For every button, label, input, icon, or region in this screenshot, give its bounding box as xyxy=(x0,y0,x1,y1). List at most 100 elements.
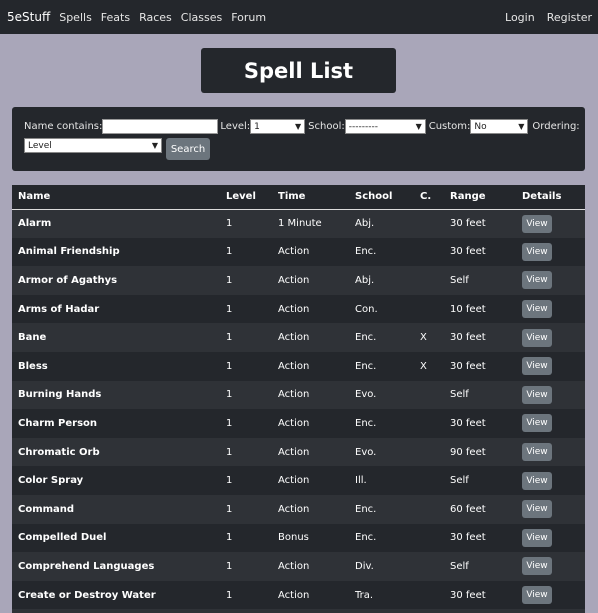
view-button[interactable]: View xyxy=(522,385,552,404)
cell-range: 30 feet xyxy=(450,417,486,429)
table-row: Command 1 Action Enc. 60 feet View xyxy=(12,494,585,524)
view-button[interactable]: View xyxy=(522,271,552,290)
cell-time: Action xyxy=(278,446,310,458)
table-row xyxy=(12,609,585,613)
cell-level: 1 xyxy=(226,274,233,286)
cell-name: Comprehend Languages xyxy=(18,560,155,572)
view-button[interactable]: View xyxy=(522,300,552,319)
cell-time: Action xyxy=(278,246,310,258)
nav-link-feats[interactable]: Feats xyxy=(101,11,130,24)
cell-time: Action xyxy=(278,389,310,401)
view-button[interactable]: View xyxy=(522,328,552,347)
cell-name: Burning Hands xyxy=(18,389,102,401)
spell-rows: Alarm 1 1 Minute Abj. 30 feet View Animal Frie… xyxy=(12,209,585,613)
login-link[interactable]: Login xyxy=(505,11,535,24)
table-row: Chromatic Orb 1 Action Evo. 90 feet View xyxy=(12,437,585,467)
cell-concentration xyxy=(414,524,444,553)
cell-concentration xyxy=(414,552,444,581)
header-range[interactable]: Range xyxy=(444,185,516,210)
cell-concentration xyxy=(414,581,444,610)
navbar: 5eStuff Spells Feats Races Classes Forum… xyxy=(0,0,598,34)
header-time[interactable]: Time xyxy=(272,185,349,210)
cell-range xyxy=(444,609,516,613)
view-button[interactable]: View xyxy=(522,357,552,376)
cell-name: Command xyxy=(18,503,75,515)
cell-school: Abj. xyxy=(355,274,375,286)
view-button[interactable]: View xyxy=(522,443,552,462)
table-row: Alarm 1 1 Minute Abj. 30 feet View xyxy=(12,209,585,238)
spell-table-container: Name Level Time School C. Range Details … xyxy=(12,185,585,613)
cell-school: Con. xyxy=(355,303,378,315)
view-button[interactable]: View xyxy=(522,586,552,605)
level-select[interactable]: 1 ▼ xyxy=(250,119,306,134)
cell-concentration xyxy=(414,609,444,613)
header-details: Details xyxy=(516,185,585,210)
cell-name: Chromatic Orb xyxy=(18,446,100,458)
cell-range: 30 feet xyxy=(450,332,486,344)
nav-link-races[interactable]: Races xyxy=(139,11,172,24)
brand-link[interactable]: 5eStuff xyxy=(7,10,50,24)
view-button[interactable]: View xyxy=(522,528,552,547)
cell-concentration xyxy=(414,381,444,410)
search-button[interactable]: Search xyxy=(166,138,210,160)
view-button[interactable]: View xyxy=(522,557,552,576)
cell-range: Self xyxy=(450,475,469,487)
view-button[interactable]: View xyxy=(522,242,552,261)
chevron-down-icon: ▼ xyxy=(151,141,158,150)
header-level[interactable]: Level xyxy=(220,185,272,210)
nav-link-forum[interactable]: Forum xyxy=(231,11,266,24)
view-button[interactable]: View xyxy=(522,414,552,433)
school-label: School: xyxy=(308,121,345,132)
cell-school: Enc. xyxy=(355,532,377,544)
cell-time: Action xyxy=(278,475,310,487)
cell-time: Action xyxy=(278,589,310,601)
view-button[interactable]: View xyxy=(522,214,552,233)
custom-select-value: No xyxy=(474,121,487,132)
cell-name: Armor of Agathys xyxy=(18,274,118,286)
cell-school: Enc. xyxy=(355,417,377,429)
school-select-value: --------- xyxy=(348,121,378,132)
custom-select[interactable]: No ▼ xyxy=(470,119,529,134)
chevron-down-icon: ▼ xyxy=(295,122,302,131)
cell-level: 1 xyxy=(226,560,233,572)
cell-time: 1 Minute xyxy=(278,218,322,230)
cell-details: View xyxy=(516,295,585,324)
cell-range: 10 feet xyxy=(450,303,486,315)
ordering-label: Ordering: xyxy=(532,121,580,132)
nav-link-classes[interactable]: Classes xyxy=(181,11,222,24)
cell-name: Bane xyxy=(18,332,47,344)
cell-level: 1 xyxy=(226,246,233,258)
view-button[interactable]: View xyxy=(522,500,552,519)
cell-details: View xyxy=(516,266,585,295)
cell-concentration: X xyxy=(420,360,427,372)
cell-details: View xyxy=(516,581,585,610)
cell-school: Abj. xyxy=(355,218,375,230)
cell-name: Create or Destroy Water xyxy=(18,589,156,601)
cell-details: View xyxy=(516,438,585,467)
cell-level: 1 xyxy=(226,389,233,401)
ordering-select-value: Level xyxy=(28,140,52,151)
cell-school: Enc. xyxy=(355,503,377,515)
header-name[interactable]: Name xyxy=(12,185,220,210)
register-link[interactable]: Register xyxy=(547,11,592,24)
custom-label: Custom: xyxy=(428,121,471,132)
cell-name: Alarm xyxy=(18,218,52,230)
cell-details: View xyxy=(516,466,585,495)
nav-link-spells[interactable]: Spells xyxy=(59,11,92,24)
name-contains-input[interactable] xyxy=(102,119,219,134)
header-school[interactable]: School xyxy=(349,185,414,210)
cell-concentration xyxy=(414,409,444,438)
view-button[interactable]: View xyxy=(522,471,552,490)
table-row: Armor of Agathys 1 Action Abj. Self View xyxy=(12,266,585,295)
ordering-select[interactable]: Level ▼ xyxy=(24,138,162,153)
cell-school: Evo. xyxy=(355,446,377,458)
cell-concentration xyxy=(414,466,444,495)
school-select[interactable]: --------- ▼ xyxy=(344,119,426,134)
table-row: Charm Person 1 Action Enc. 30 feet View xyxy=(12,409,585,438)
cell-concentration xyxy=(414,438,444,467)
header-concentration[interactable]: C. xyxy=(414,185,444,210)
cell-school: Enc. xyxy=(355,332,377,344)
cell-name: Bless xyxy=(18,360,48,372)
cell-name: Animal Friendship xyxy=(18,246,120,258)
cell-concentration xyxy=(414,238,444,267)
